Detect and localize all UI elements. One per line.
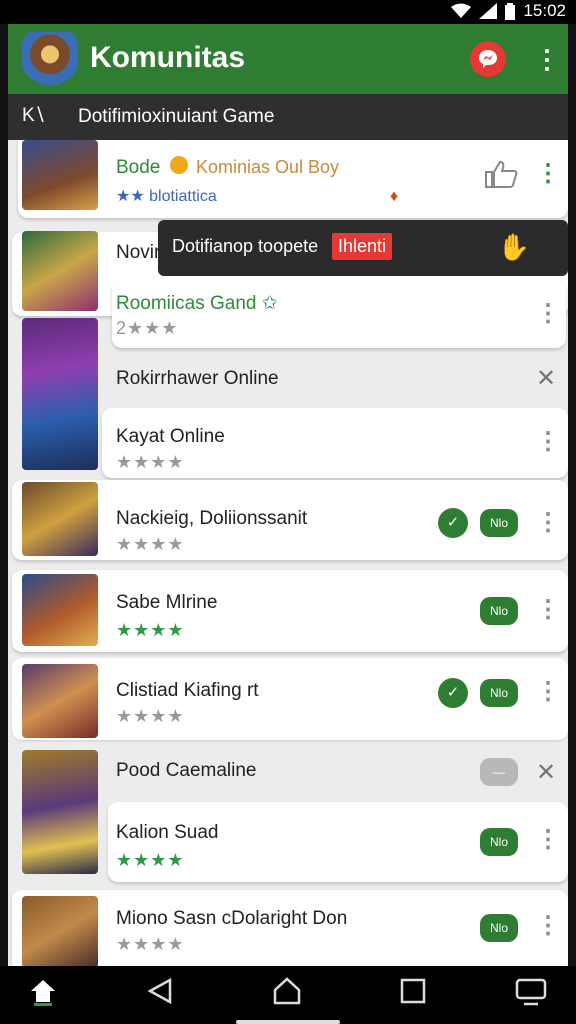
toast-notification[interactable]: Dotifianop toopete Ihlenti ✋: [158, 220, 568, 276]
system-nav-bar: [0, 966, 576, 1024]
item-title: Kayat Online: [116, 426, 225, 447]
item-title: Sabe Mlrine: [116, 592, 218, 613]
coin-icon: [170, 156, 188, 174]
status-pill[interactable]: Nlo: [480, 509, 518, 537]
more-vert-icon[interactable]: ⋮: [536, 828, 560, 852]
status-pill[interactable]: —: [480, 758, 518, 786]
collapse-toggle[interactable]: K∖: [22, 104, 46, 127]
item-title: Novir: [116, 242, 161, 263]
more-vert-icon[interactable]: ⋮: [536, 162, 560, 186]
list-item[interactable]: Sabe Mlrine ★★★★ Nlo ⋮: [8, 570, 568, 654]
clock: 15:02: [523, 1, 566, 20]
more-vert-icon[interactable]: ⋮: [536, 511, 560, 535]
list-item[interactable]: Nackieig, Doliionssanit ★★★★ ✓ Nlo ⋮: [8, 480, 568, 562]
rating-stars: ★★★★: [116, 850, 185, 870]
section-title: Dotifimioxinuiant Game: [78, 106, 275, 127]
item-title: Nackieig, Doliionssanit: [116, 508, 308, 529]
item-title: Miono Sasn cDolaright Don: [116, 908, 348, 929]
toast-highlight: Ihlenti: [332, 233, 393, 260]
game-thumbnail: [22, 482, 98, 556]
app-bar: Komunitas ⋮: [8, 24, 568, 94]
toast-text: Dotifianop toopete: [172, 236, 319, 256]
close-icon[interactable]: ✕: [536, 758, 556, 787]
more-vert-icon[interactable]: ⋮: [536, 598, 560, 622]
item-title: Clistiad Kiafing rt: [116, 680, 259, 701]
rating-stars: ★★★★: [116, 620, 185, 640]
item-title: Bode: [116, 157, 161, 178]
rating-stars: ★★★★: [116, 934, 185, 954]
item-title: Roomiicas Gand ✩: [116, 293, 278, 314]
status-icons: 15:02: [451, 1, 566, 21]
rating-stars: ★★★★: [116, 452, 185, 472]
status-pill[interactable]: Nlo: [480, 914, 518, 942]
home-icon[interactable]: [28, 976, 58, 1006]
thumbs-up-icon[interactable]: [484, 160, 518, 188]
status-bar: 15:02: [0, 0, 576, 24]
wifi-icon: [451, 3, 472, 18]
game-thumbnail: [22, 896, 98, 966]
list-item[interactable]: Clistiad Kiafing rt ★★★★ ✓ Nlo ⋮: [8, 658, 568, 742]
more-vert-icon[interactable]: ⋮: [536, 914, 560, 938]
more-vert-icon[interactable]: ⋮: [534, 41, 560, 77]
game-thumbnail: [22, 664, 98, 738]
back-triangle-icon[interactable]: [146, 976, 174, 1006]
check-button[interactable]: ✓: [438, 678, 468, 708]
status-pill[interactable]: Nlo: [480, 679, 518, 707]
more-vert-icon[interactable]: ⋮: [536, 430, 560, 454]
home-indicator: [236, 1020, 340, 1024]
list-item[interactable]: Miono Sasn cDolaright Don ★★★★ Nlo ⋮: [8, 890, 568, 966]
list-item[interactable]: Kalion Suad ★★★★ Nlo ⋮: [8, 802, 568, 884]
item-title: Pood Caemaline: [116, 760, 257, 781]
game-list: Bode Kominias Oul Boy ★★ blotiattica ♦ ⋮…: [8, 140, 568, 966]
app-title: Komunitas: [90, 41, 246, 74]
screenshot-icon[interactable]: [514, 976, 548, 1008]
flame-icon: ♦: [390, 188, 399, 205]
status-pill[interactable]: Nlo: [480, 597, 518, 625]
more-vert-icon[interactable]: ⋮: [536, 680, 560, 704]
battery-icon: [505, 2, 516, 20]
rating-stars: ★★★★: [116, 534, 185, 554]
rating-stars: ★★★★: [116, 706, 185, 726]
item-title: Rokirrhawer Online: [116, 368, 279, 389]
check-button[interactable]: ✓: [438, 508, 468, 538]
section-header: K∖ Dotifimioxinuiant Game: [8, 94, 568, 140]
list-item[interactable]: Bode Kominias Oul Boy ★★ blotiattica ♦ ⋮: [8, 140, 568, 220]
messenger-icon[interactable]: [470, 41, 506, 77]
home-outline-icon[interactable]: [272, 976, 302, 1006]
item-title-extra: Kominias Oul Boy: [196, 157, 340, 177]
status-pill[interactable]: Nlo: [480, 828, 518, 856]
waving-hand-icon: ✋: [497, 232, 530, 262]
close-icon[interactable]: ✕: [536, 364, 556, 393]
game-thumbnail: [22, 574, 98, 646]
signal-icon: [479, 3, 498, 19]
app-logo: [22, 32, 78, 88]
item-title: Kalion Suad: [116, 822, 219, 843]
recents-square-icon[interactable]: [400, 976, 426, 1006]
game-thumbnail: [22, 140, 98, 210]
item-subtitle: ★★ blotiattica: [116, 188, 217, 205]
list-item[interactable]: Kayat Online ★★★★ ⋮: [8, 408, 568, 480]
